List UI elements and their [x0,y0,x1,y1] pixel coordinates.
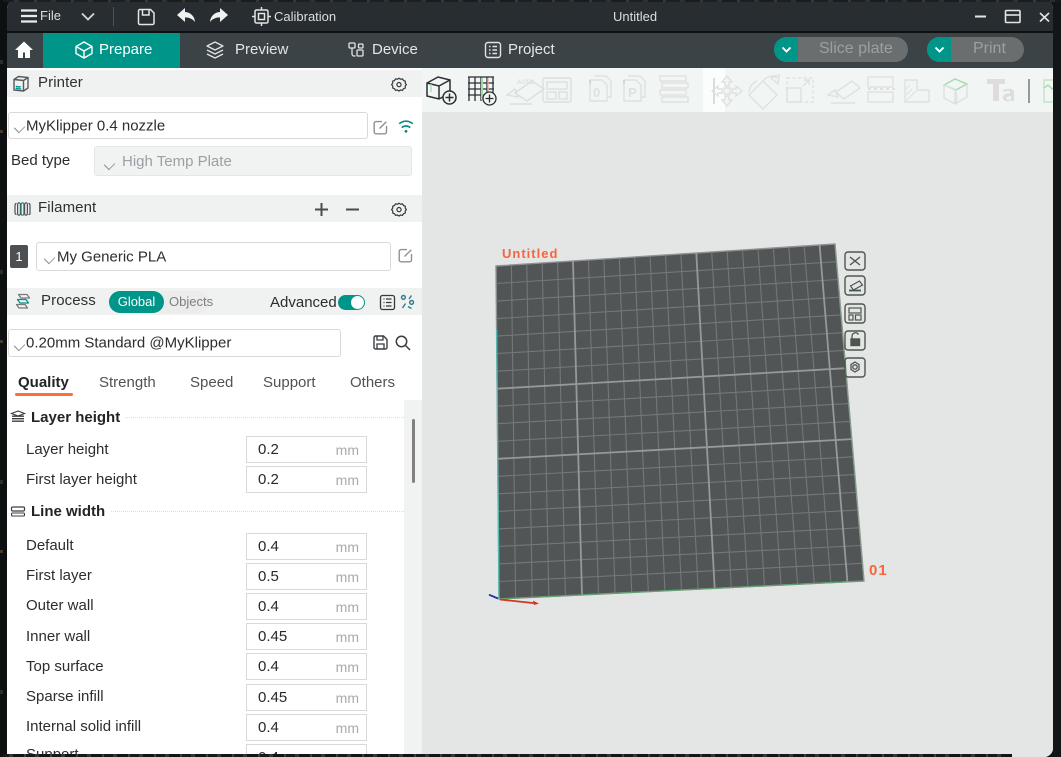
svg-text:Untitled: Untitled [502,246,558,261]
svg-text:01: 01 [869,562,888,579]
